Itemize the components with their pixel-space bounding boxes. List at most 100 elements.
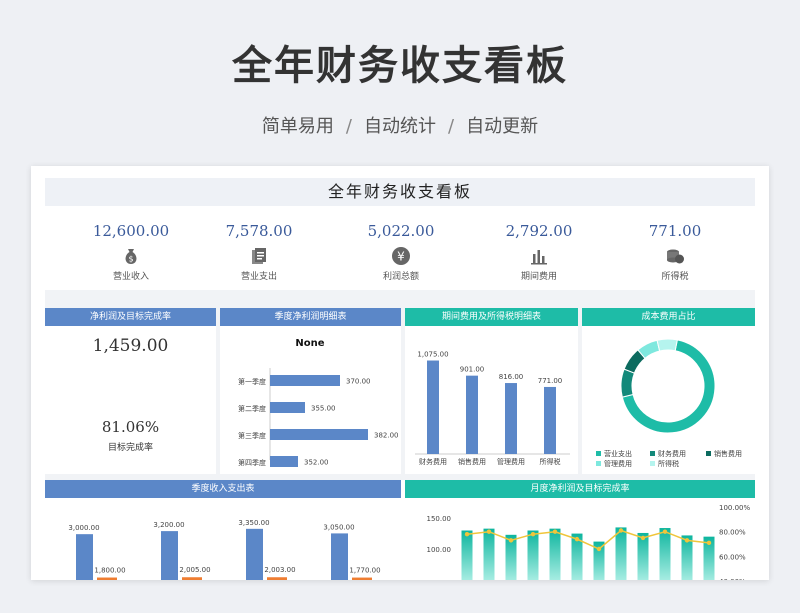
bar — [544, 386, 556, 454]
category-label: 财务费用 — [419, 457, 447, 466]
subtitle-separator: / — [448, 116, 455, 137]
category-label: 第二季度 — [238, 404, 266, 413]
bar — [461, 530, 473, 580]
kpi-expense: 7,578.00 营业支出 — [189, 222, 329, 282]
bar — [161, 531, 178, 580]
rate-point — [574, 536, 580, 542]
rate-point — [530, 532, 536, 537]
hero-subtitle: 简单易用 / 自动统计 / 自动更新 — [0, 112, 800, 138]
rate-point — [552, 529, 558, 534]
legend-label: 管理费用 — [604, 459, 632, 468]
bar — [267, 577, 287, 580]
legend-label: 所得税 — [658, 459, 679, 468]
quarterly-profit-chart: None 第一季度 370.00 第二季度 355.00 第三季度 382.00 第四季度 3… — [238, 338, 399, 467]
bar — [246, 528, 263, 580]
rate-point — [640, 535, 646, 541]
kpi-value: 5,022.00 — [367, 222, 435, 240]
data-label: 2,005.00 — [179, 566, 210, 574]
data-label: 3,000.00 — [68, 524, 99, 532]
bar — [97, 577, 117, 580]
legend-swatch — [596, 451, 601, 456]
svg-text:¥: ¥ — [397, 250, 405, 264]
cost-ratio-chart: 营业支出 财务费用 销售费用管理费用 所得税 — [596, 338, 742, 468]
kpi-profit: 5,022.00 ¥ 利润总额 — [331, 222, 471, 282]
completion-rate-label: 目标完成率 — [107, 443, 153, 453]
rate-point — [596, 546, 602, 552]
panel-header: 成本费用占比 — [582, 308, 755, 326]
kpi-label: 所得税 — [661, 272, 689, 282]
y-tick-label: 100.00 — [427, 546, 452, 554]
legend-label: 销售费用 — [714, 449, 742, 458]
cost-ratio-panel: 成本费用占比 营业支出 财务费用 销售费用管理费用 所得税 — [582, 308, 755, 474]
rate-point — [618, 528, 624, 533]
legend-swatch — [706, 451, 711, 456]
coins-icon — [664, 245, 686, 267]
category-label: 第一季度 — [238, 377, 266, 386]
category-label: 管理费用 — [497, 457, 525, 466]
pie-slice — [656, 338, 678, 352]
money-bag-icon: $ — [120, 245, 142, 267]
bar — [352, 577, 372, 580]
panel-header: 净利润及目标完成率 — [45, 308, 216, 326]
legend-swatch — [650, 451, 655, 456]
kpi-value: 12,600.00 — [92, 222, 170, 240]
rate-point — [684, 538, 690, 543]
bar — [182, 577, 202, 580]
data-label: 1,800.00 — [94, 567, 125, 575]
bar — [505, 383, 517, 454]
data-label: 1,075.00 — [417, 351, 448, 359]
category-label: 所得税 — [540, 457, 561, 466]
legend-swatch — [596, 461, 601, 466]
kpi-label: 营业收入 — [112, 272, 149, 282]
legend-swatch — [650, 461, 655, 466]
bar — [331, 533, 348, 580]
subtitle-easy: 简单易用 — [261, 116, 334, 137]
chart-subtitle: None — [295, 338, 324, 349]
monthly-profit-panel: 月度净利润及目标完成率 150.00 100.00 100.00% 80.00% 60.… — [405, 480, 755, 580]
bar — [549, 528, 561, 580]
rate-point — [486, 529, 492, 534]
data-label: 771.00 — [538, 377, 563, 385]
subtitle-auto-update: 自动更新 — [466, 116, 539, 137]
quarterly-profit-panel: 季度净利润明细表 None 第一季度 370.00 第二季度 355.00 第三季度 38… — [220, 308, 401, 474]
legend-label: 营业支出 — [604, 449, 632, 458]
subtitle-auto-stats: 自动统计 — [364, 116, 436, 137]
panel-header: 季度收入支出表 — [45, 480, 401, 498]
y2-tick-label: 100.00% — [719, 504, 750, 512]
rate-point — [662, 529, 668, 534]
bar — [466, 375, 478, 454]
bar — [615, 527, 627, 580]
data-label: 355.00 — [311, 405, 336, 413]
rate-point — [706, 540, 712, 546]
kpi-value: 2,792.00 — [505, 222, 573, 240]
bar — [427, 360, 439, 454]
data-label: 3,050.00 — [323, 523, 354, 531]
y2-tick-label: 60.00% — [719, 553, 746, 561]
bar — [270, 429, 368, 440]
category-label: 销售费用 — [458, 457, 486, 466]
bar — [270, 456, 298, 467]
period-expense-chart: 1,075.00 财务费用 901.00 销售费用 816.00 管理费用 771.00 所得… — [415, 351, 570, 466]
bar-chart-icon — [528, 245, 550, 267]
quarterly-income-panel: 季度收入支出表 3,000.00 1,800.00 3,200.00 2,005.00… — [45, 480, 401, 580]
hero-title: 全年财务收支看板 — [232, 43, 568, 89]
kpi-value: 7,578.00 — [225, 222, 293, 240]
bar — [270, 402, 305, 413]
kpi-label: 营业支出 — [240, 272, 277, 282]
data-label: 382.00 — [374, 432, 399, 440]
y2-tick-label: 40.00% — [719, 578, 746, 580]
category-label: 第三季度 — [238, 431, 266, 440]
quarterly-income-chart: 3,000.00 1,800.00 3,200.00 2,005.00 3,350.00… — [68, 519, 381, 580]
rate-point — [508, 538, 514, 543]
y2-tick-label: 80.00% — [719, 529, 746, 537]
legend-label: 财务费用 — [658, 449, 686, 458]
kpi-period-expense: 2,792.00 期间费用 — [469, 222, 609, 282]
rate-line — [466, 529, 710, 550]
kpi-revenue: 12,600.00 $ 营业收入 — [61, 222, 201, 282]
document-icon — [248, 245, 270, 267]
panel-header: 季度净利润明细表 — [220, 308, 401, 326]
data-label: 3,350.00 — [238, 519, 269, 527]
sheet-title: 全年财务收支看板 — [45, 178, 755, 206]
completion-rate-value: 81.06% — [101, 418, 160, 436]
period-expense-panel: 期间费用及所得税明细表 1,075.00 财务费用 901.00 销售费用 816.00… — [405, 308, 578, 474]
